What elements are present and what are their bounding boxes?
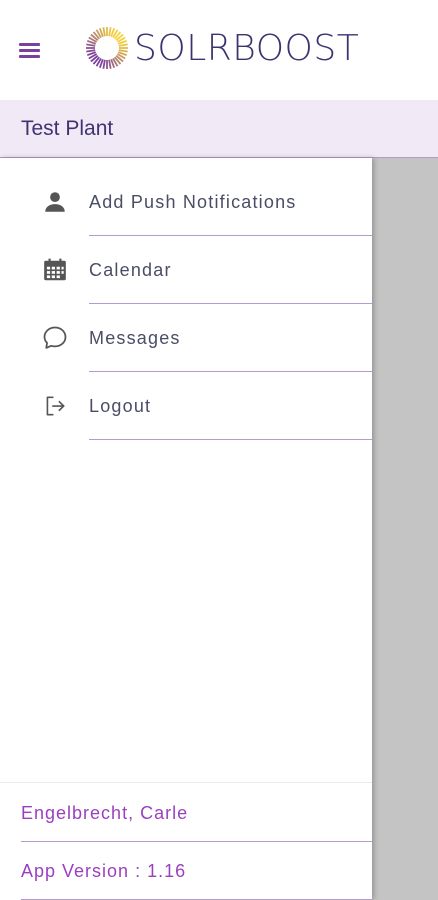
app-logo: SOLRBOOST	[84, 22, 359, 74]
sun-ring-logo-icon	[86, 27, 128, 69]
app-version-row: App Version : 1.16	[0, 842, 372, 900]
sun-ray	[118, 43, 128, 47]
calendar-icon	[40, 255, 70, 285]
navigation-drawer: Add Push Notifications Calendar Messages	[0, 158, 372, 900]
drawer-backdrop[interactable]	[372, 158, 438, 900]
sun-ray	[108, 27, 112, 37]
nav-item-add-push-notifications[interactable]: Add Push Notifications	[0, 168, 372, 236]
hamburger-menu-icon[interactable]	[18, 40, 42, 60]
nav-label: Calendar	[89, 260, 172, 280]
nav-label: Add Push Notifications	[89, 192, 297, 212]
divider	[89, 438, 372, 440]
logout-icon	[40, 391, 70, 421]
app-version: App Version : 1.16	[21, 860, 187, 881]
person-icon	[40, 187, 70, 217]
user-name-row: Engelbrecht, Carle	[0, 784, 372, 842]
app-header: SOLRBOOST	[0, 0, 438, 100]
sun-ray	[108, 59, 112, 69]
nav-item-logout[interactable]: Logout	[0, 372, 372, 440]
chat-bubble-icon	[40, 323, 70, 353]
sun-ray	[86, 49, 96, 53]
footer-divider	[0, 782, 372, 783]
sun-ray	[102, 59, 106, 69]
nav-item-messages[interactable]: Messages	[0, 304, 372, 372]
nav-label: Logout	[89, 396, 152, 416]
nav-item-calendar[interactable]: Calendar	[0, 236, 372, 304]
plant-title-bar: Test Plant	[0, 100, 438, 158]
sun-ray	[118, 49, 128, 53]
logo-text: SOLRBOOST	[134, 27, 360, 69]
sun-ray	[102, 27, 106, 37]
user-name: Engelbrecht, Carle	[21, 802, 189, 823]
nav-label: Messages	[89, 328, 181, 348]
sun-ray	[86, 43, 96, 47]
plant-title: Test Plant	[21, 116, 114, 140]
